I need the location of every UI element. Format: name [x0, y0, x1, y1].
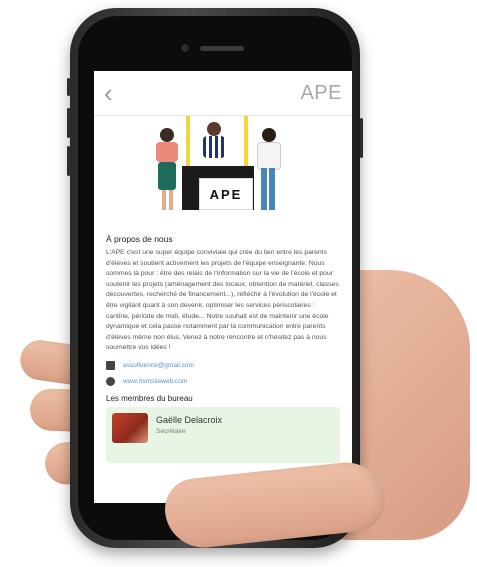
stand-pole [244, 116, 248, 166]
volume-up-button [67, 108, 70, 138]
mute-switch [67, 78, 70, 96]
person-skirt [158, 162, 176, 190]
person-leg [162, 190, 166, 210]
person-head [160, 128, 174, 142]
person-leg [269, 168, 275, 210]
volume-down-button [67, 146, 70, 176]
hero-illustration: APE [94, 116, 352, 226]
content-area: À propos de nous L'APE c'est une super é… [94, 226, 352, 463]
stand-pole [186, 116, 190, 166]
avatar [112, 412, 148, 443]
contact-email-row[interactable]: assofluence@gmail.com [106, 360, 340, 370]
person-leg [261, 168, 267, 210]
phone-bezel: ‹ APE APE À propos de nous L'APE c'est u… [78, 16, 352, 540]
contact-website-row[interactable]: www.monsiteweb.com [106, 376, 340, 386]
website-link[interactable]: www.monsiteweb.com [123, 378, 187, 385]
app-header: ‹ APE [94, 71, 352, 116]
page-title: APE [300, 81, 342, 104]
chevron-left-icon[interactable]: ‹ [104, 80, 113, 106]
members-title: Les membres du bureau [106, 393, 193, 403]
person-torso [203, 136, 225, 158]
speaker-grille [200, 46, 244, 51]
camera-icon [181, 44, 189, 52]
member-card[interactable]: Gaëlle Delacroix Secrétaire [106, 406, 340, 463]
person-torso [257, 142, 281, 170]
phone-screen: ‹ APE APE À propos de nous L'APE c'est u… [94, 71, 352, 503]
person-head [262, 128, 276, 142]
person-torso [156, 142, 178, 162]
member-info: Gaëlle Delacroix Secrétaire [156, 413, 222, 435]
person-leg [169, 190, 173, 210]
email-link[interactable]: assofluence@gmail.com [123, 362, 194, 369]
stand-sign: APE [199, 178, 253, 210]
member-name: Gaëlle Delacroix [156, 414, 223, 425]
person-head [207, 122, 221, 136]
mail-icon [106, 360, 115, 370]
about-title: À propos de nous [106, 234, 173, 244]
power-button [360, 118, 363, 158]
about-text: L'APE c'est une super équipe conviviale … [106, 249, 339, 352]
globe-icon [106, 376, 115, 386]
member-role: Secrétaire [156, 427, 186, 435]
